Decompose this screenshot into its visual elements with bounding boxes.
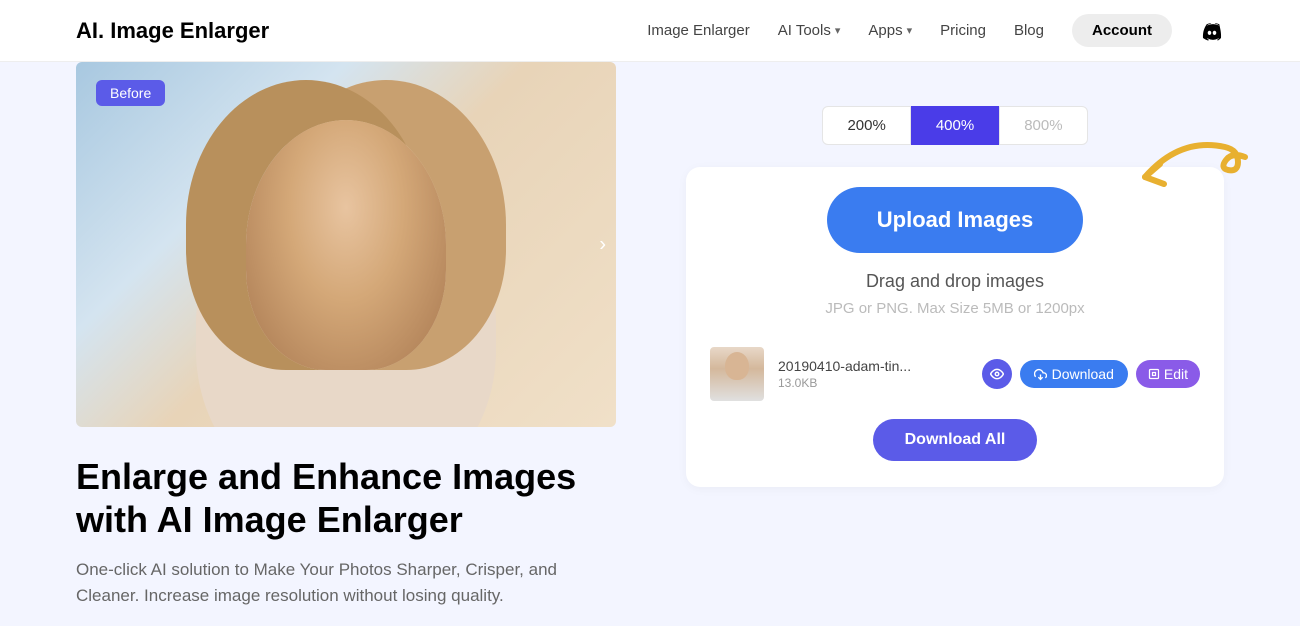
subheadline: One-click AI solution to Make Your Photo… xyxy=(76,557,616,608)
download-button[interactable]: Download xyxy=(1020,360,1128,388)
nav: Image Enlarger AI Tools ▾ Apps ▾ Pricing… xyxy=(647,14,1224,47)
header: AI. Image Enlarger Image Enlarger AI Too… xyxy=(0,0,1300,62)
edit-button[interactable]: Edit xyxy=(1136,360,1200,388)
edit-label: Edit xyxy=(1164,366,1188,382)
file-size: 13.0KB xyxy=(778,376,968,390)
nav-pricing[interactable]: Pricing xyxy=(940,22,986,39)
nav-blog[interactable]: Blog xyxy=(1014,22,1044,39)
eye-icon xyxy=(990,367,1004,381)
download-all-button[interactable]: Download All xyxy=(873,419,1038,461)
nav-ai-tools-label: AI Tools xyxy=(778,22,831,39)
account-button[interactable]: Account xyxy=(1072,14,1172,47)
carousel-next-icon[interactable]: › xyxy=(599,233,606,256)
download-label: Download xyxy=(1052,366,1114,382)
hint-text: JPG or PNG. Max Size 5MB or 1200px xyxy=(706,300,1204,317)
drag-text: Drag and drop images xyxy=(706,271,1204,292)
cloud-download-icon xyxy=(1034,368,1047,381)
upload-button[interactable]: Upload Images xyxy=(827,187,1083,253)
zoom-800[interactable]: 800% xyxy=(999,106,1087,145)
headline: Enlarge and Enhance Images with AI Image… xyxy=(76,455,616,541)
file-name: 20190410-adam-tin... xyxy=(778,358,968,374)
edit-icon xyxy=(1148,368,1160,380)
file-actions: Download Edit xyxy=(982,359,1200,389)
nav-image-enlarger[interactable]: Image Enlarger xyxy=(647,22,750,39)
nav-ai-tools[interactable]: AI Tools ▾ xyxy=(778,22,841,39)
main: Before › Enlarge and Enhance Images with… xyxy=(0,62,1300,608)
zoom-200[interactable]: 200% xyxy=(822,106,910,145)
hero-image: Before › xyxy=(76,62,616,427)
chevron-down-icon: ▾ xyxy=(907,24,913,37)
file-info: 20190410-adam-tin... 13.0KB xyxy=(778,358,968,390)
nav-apps-label: Apps xyxy=(868,22,902,39)
zoom-400[interactable]: 400% xyxy=(911,106,999,145)
discord-icon[interactable] xyxy=(1200,19,1224,43)
file-thumbnail xyxy=(710,347,764,401)
logo[interactable]: AI. Image Enlarger xyxy=(76,18,269,44)
before-badge: Before xyxy=(96,80,165,106)
arrow-doodle-icon xyxy=(1130,122,1260,212)
file-row: 20190410-adam-tin... 13.0KB Download Edi… xyxy=(706,341,1204,419)
nav-apps[interactable]: Apps ▾ xyxy=(868,22,912,39)
left-column: Before › Enlarge and Enhance Images with… xyxy=(76,62,616,608)
preview-button[interactable] xyxy=(982,359,1012,389)
upload-card: Upload Images Drag and drop images JPG o… xyxy=(686,167,1224,487)
chevron-down-icon: ▾ xyxy=(835,24,841,37)
